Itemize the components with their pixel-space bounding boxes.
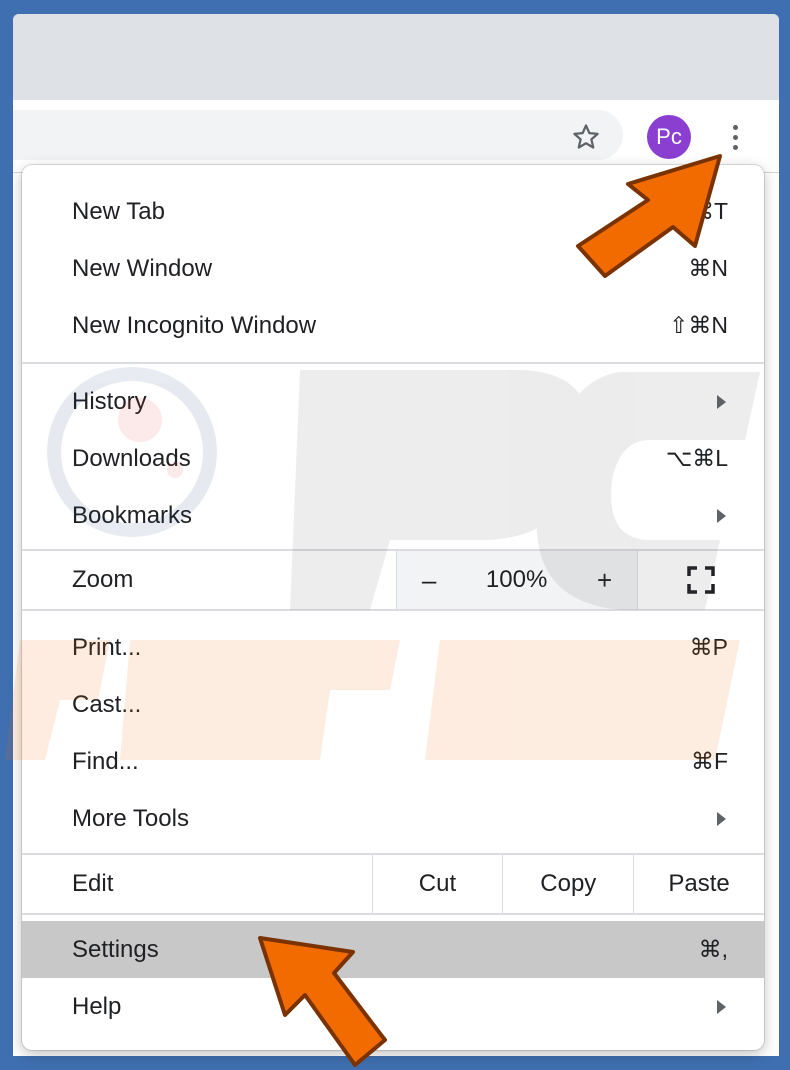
menu-section-settings: Settings ⌘, Help <box>22 915 764 1035</box>
zoom-in-button[interactable]: + <box>597 565 612 596</box>
menu-item-shortcut: ⌥⌘L <box>665 445 728 471</box>
menu-item-label: Cast... <box>72 690 142 718</box>
menu-item-shortcut: ⌘N <box>688 255 728 281</box>
address-bar[interactable] <box>13 110 623 160</box>
submenu-arrow-icon <box>717 508 726 523</box>
copy-button[interactable]: Copy <box>502 855 633 913</box>
menu-section-new: New Tab ⌘T New Window ⌘N New Incognito W… <box>22 165 764 354</box>
profile-initials: Pc <box>656 124 682 149</box>
menu-section-history: History Downloads ⌥⌘L Bookmarks <box>22 364 764 549</box>
menu-item-bookmarks[interactable]: Bookmarks <box>22 487 764 544</box>
menu-item-label: Print... <box>72 633 142 661</box>
menu-item-shortcut: ⌘P <box>689 634 728 660</box>
menu-item-label: Downloads <box>72 444 191 472</box>
menu-item-history[interactable]: History <box>22 373 764 430</box>
menu-item-shortcut: ⌘F <box>690 748 728 774</box>
zoom-row: Zoom – 100% + <box>22 549 764 611</box>
zoom-out-button[interactable]: – <box>422 565 436 596</box>
menu-item-downloads[interactable]: Downloads ⌥⌘L <box>22 430 764 487</box>
menu-item-shortcut: ⌘, <box>698 936 728 962</box>
menu-item-cast[interactable]: Cast... <box>22 676 764 733</box>
paste-button[interactable]: Paste <box>633 855 764 913</box>
menu-item-label: Bookmarks <box>72 501 193 529</box>
menu-section-tools: Print... ⌘P Cast... Find... ⌘F More Tool… <box>22 611 764 853</box>
submenu-arrow-icon <box>717 394 726 409</box>
menu-item-label: Help <box>72 992 122 1020</box>
menu-item-new-incognito-window[interactable]: New Incognito Window ⇧⌘N <box>22 297 764 354</box>
menu-item-new-tab[interactable]: New Tab ⌘T <box>22 183 764 240</box>
menu-item-shortcut: ⌘T <box>690 198 728 224</box>
three-dots-icon[interactable] <box>721 118 749 156</box>
menu-item-label: More Tools <box>72 804 189 832</box>
menu-item-label: History <box>72 387 147 415</box>
menu-item-find[interactable]: Find... ⌘F <box>22 733 764 790</box>
menu-item-settings[interactable]: Settings ⌘, <box>22 921 764 978</box>
profile-avatar[interactable]: Pc <box>647 115 691 159</box>
menu-item-more-tools[interactable]: More Tools <box>22 790 764 847</box>
tab-strip <box>13 14 779 100</box>
submenu-arrow-icon <box>717 811 726 826</box>
submenu-arrow-icon <box>717 999 726 1014</box>
fullscreen-icon[interactable] <box>638 551 764 609</box>
zoom-label: Zoom <box>72 566 134 593</box>
menu-item-help[interactable]: Help <box>22 978 764 1035</box>
menu-item-label: Settings <box>72 935 159 963</box>
zoom-control: – 100% + <box>396 551 638 609</box>
browser-toolbar: Pc <box>13 100 779 173</box>
zoom-level: 100% <box>485 566 548 593</box>
menu-item-shortcut: ⇧⌘N <box>669 312 728 338</box>
edit-label: Edit <box>72 870 114 897</box>
menu-item-print[interactable]: Print... ⌘P <box>22 619 764 676</box>
menu-item-label: New Incognito Window <box>72 311 317 339</box>
edit-row: Edit Cut Copy Paste <box>22 853 764 915</box>
menu-item-new-window[interactable]: New Window ⌘N <box>22 240 764 297</box>
cut-button[interactable]: Cut <box>371 855 503 913</box>
menu-item-label: New Window <box>72 254 213 282</box>
menu-item-label: Find... <box>72 747 139 775</box>
star-icon[interactable] <box>569 120 603 154</box>
chrome-menu: New Tab ⌘T New Window ⌘N New Incognito W… <box>22 165 764 1050</box>
menu-item-label: New Tab <box>72 197 165 225</box>
